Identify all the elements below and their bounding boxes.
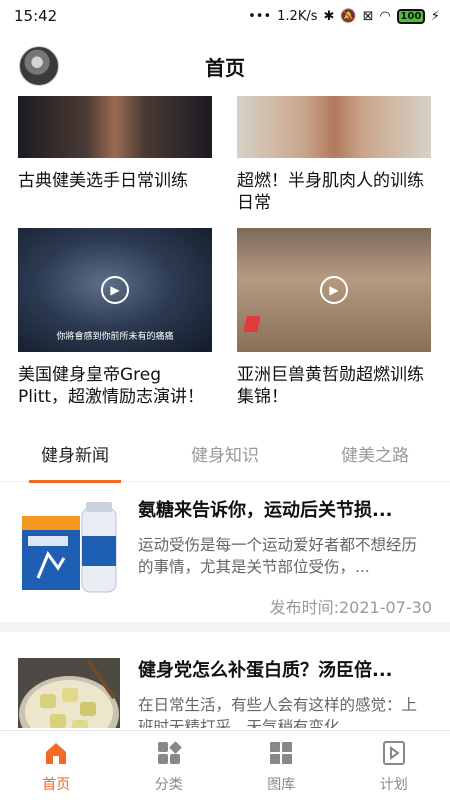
- tab-fitness-knowledge[interactable]: 健身知识: [185, 441, 265, 466]
- channel-logo: [243, 316, 261, 332]
- news-title[interactable]: 氨糖来告诉你，运动后关节损...: [138, 496, 428, 522]
- news-item[interactable]: 健身党怎么补蛋白质？汤臣倍... 在日常生活，有些人会有这样的感觉：上班时无精打…: [0, 642, 450, 728]
- nav-gallery-label: 图库: [267, 776, 296, 793]
- nav-category[interactable]: 分类: [124, 738, 214, 794]
- video-thumbnail[interactable]: ▶ 你將會感到你前所未有的痛痛: [18, 228, 212, 352]
- charging-icon: ⚡: [430, 8, 440, 24]
- app-header: 首页: [0, 40, 450, 92]
- video-title[interactable]: 美国健身皇帝Greg Plitt，超激情励志演讲！: [18, 364, 212, 408]
- wifi-icon: ◠: [379, 8, 391, 24]
- bottom-nav: 首页 分类 图库 计划: [0, 730, 450, 800]
- play-icon[interactable]: ▶: [101, 276, 129, 304]
- video-card[interactable]: ▶ 古典健美选手日常训练: [18, 96, 212, 192]
- gallery-icon: [266, 738, 296, 768]
- nav-home-label: 首页: [42, 776, 71, 793]
- battery-icon: 100: [396, 8, 425, 24]
- news-date: 发布时间:2021-07-30: [269, 598, 432, 617]
- nav-plan-label: 计划: [379, 776, 408, 793]
- tab-bodybuilding-road[interactable]: 健美之路: [335, 441, 415, 466]
- video-card[interactable]: ▶ 你將會感到你前所未有的痛痛 美国健身皇帝Greg Plitt，超激情励志演讲…: [18, 228, 212, 408]
- news-image: [18, 658, 120, 728]
- video-thumbnail[interactable]: ▶: [237, 96, 431, 158]
- nav-plan[interactable]: 计划: [349, 738, 439, 794]
- status-icons: ••• 1.2K/s ✱ 🔕 ⊠ ◠ 100 ⚡: [248, 8, 440, 24]
- video-thumbnail[interactable]: ▶: [237, 228, 431, 352]
- home-icon: [41, 738, 71, 768]
- scroll-content[interactable]: ▶ 古典健美选手日常训练 ▶ 超燃！半身肌肉人的训练日常 ▶ 你將會感到你前所未…: [0, 96, 450, 728]
- avatar[interactable]: [19, 46, 59, 86]
- news-item[interactable]: 氨糖来告诉你，运动后关节损... 运动受伤是每一个运动爱好者都不想经历的事情，尤…: [0, 482, 450, 632]
- video-thumbnail[interactable]: ▶: [18, 96, 212, 158]
- category-tabs: 健身新闻 健身知识 健美之路: [0, 426, 450, 483]
- more-dots-icon: •••: [248, 8, 272, 24]
- network-speed: 1.2K/s: [277, 8, 318, 24]
- nav-category-label: 分类: [154, 776, 183, 793]
- category-icon: [154, 738, 184, 768]
- nav-gallery[interactable]: 图库: [236, 738, 326, 794]
- video-subtitle: 你將會感到你前所未有的痛痛: [56, 332, 174, 342]
- bluetooth-icon: ✱: [323, 8, 335, 24]
- news-summary: 在日常生活，有些人会有这样的感觉：上班时无精打采，天气稍有变化...: [138, 696, 418, 728]
- news-image: [18, 498, 120, 600]
- play-icon[interactable]: ▶: [320, 276, 348, 304]
- status-bar: 15:42 ••• 1.2K/s ✱ 🔕 ⊠ ◠ 100 ⚡: [0, 0, 450, 32]
- video-card[interactable]: ▶ 亚洲巨兽黄哲勋超燃训练集锦！: [237, 228, 431, 408]
- status-time: 15:42: [14, 7, 58, 25]
- video-title[interactable]: 亚洲巨兽黄哲勋超燃训练集锦！: [237, 364, 431, 408]
- nav-home[interactable]: 首页: [11, 738, 101, 794]
- video-title[interactable]: 古典健美选手日常训练: [18, 170, 212, 192]
- plan-icon: [379, 738, 409, 768]
- mute-icon: 🔕: [340, 8, 357, 24]
- sim-icon: ⊠: [362, 8, 374, 24]
- video-title[interactable]: 超燃！半身肌肉人的训练日常: [237, 170, 431, 214]
- news-summary: 运动受伤是每一个运动爱好者都不想经历的事情，尤其是关节部位受伤，...: [138, 536, 418, 576]
- news-title[interactable]: 健身党怎么补蛋白质？汤臣倍...: [138, 656, 428, 682]
- page-title: 首页: [205, 55, 245, 80]
- tab-fitness-news[interactable]: 健身新闻: [29, 441, 121, 483]
- video-card[interactable]: ▶ 超燃！半身肌肉人的训练日常: [237, 96, 431, 214]
